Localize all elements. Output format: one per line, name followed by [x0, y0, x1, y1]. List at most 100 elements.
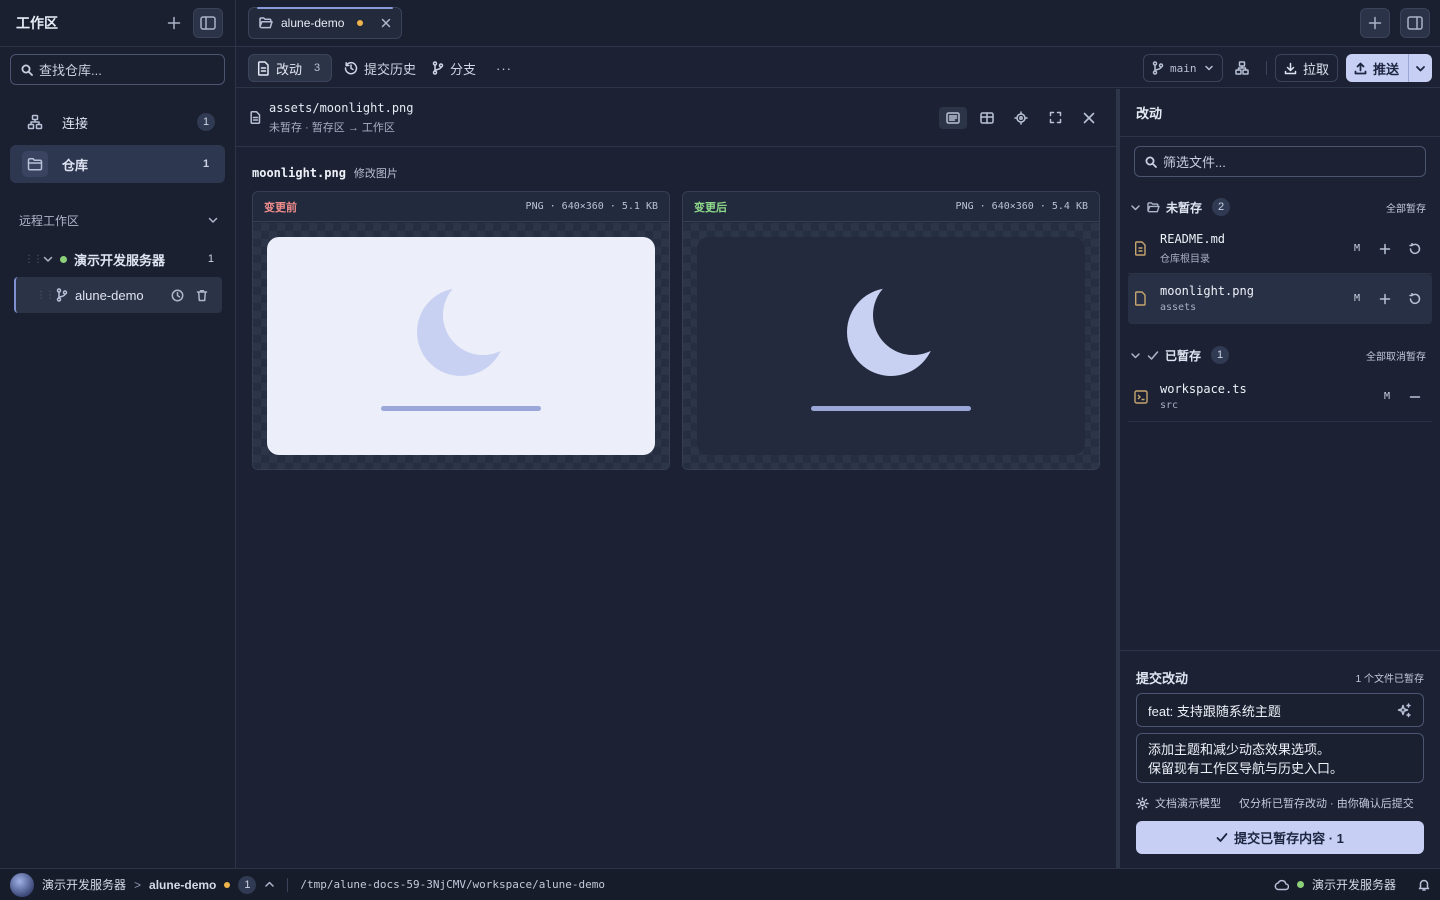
- repo-tree-item[interactable]: ⋮⋮ alune-demo: [14, 277, 222, 313]
- commit-staged-button[interactable]: 提交已暂存内容 · 1: [1136, 821, 1424, 854]
- commit-area: 提交改动 1 个文件已暂存 feat: 支持跟随系统主题 添加主题和减少动态效果…: [1120, 650, 1440, 868]
- file-row-readme[interactable]: README.md 仓库根目录 M: [1128, 224, 1432, 274]
- close-icon[interactable]: [381, 18, 391, 28]
- tab-history[interactable]: 提交历史: [336, 54, 424, 82]
- push-button[interactable]: 推送: [1346, 54, 1432, 82]
- nav-repositories[interactable]: 仓库 1: [10, 145, 225, 183]
- drag-handle-icon[interactable]: ⋮⋮: [24, 254, 43, 265]
- locate-icon[interactable]: [1007, 107, 1035, 129]
- tab-branches-label: 分支: [450, 61, 477, 77]
- status-server[interactable]: 演示开发服务器: [42, 876, 126, 893]
- diff-status-line: 未暂存 · 暂存区 → 工作区: [269, 121, 395, 134]
- staged-note: 1 个文件已暂存: [1355, 674, 1424, 685]
- sidebar-title: 工作区: [16, 15, 58, 31]
- file-row-workspace-ts[interactable]: workspace.ts src M: [1128, 372, 1432, 422]
- file-diff-icon: [257, 60, 270, 76]
- sparkle-icon[interactable]: [1397, 702, 1412, 718]
- branch-selector[interactable]: main: [1143, 54, 1223, 82]
- remote-workspace-section[interactable]: 远程工作区: [19, 210, 219, 230]
- tab-bar: alune-demo: [236, 0, 1440, 47]
- discard-file-button[interactable]: [1404, 242, 1426, 255]
- folder-icon: [22, 151, 48, 177]
- repo-search-input[interactable]: 查找仓库...: [10, 54, 225, 85]
- commit-button-label: 提交已暂存内容 · 1: [1234, 831, 1344, 846]
- staged-count: 1: [1211, 346, 1230, 364]
- status-right-server[interactable]: 演示开发服务器: [1312, 876, 1396, 893]
- commit-description-line-2: 保留现有工作区导航与历史入口。: [1148, 761, 1344, 776]
- nav-connections-count: 1: [197, 113, 215, 131]
- stage-file-button[interactable]: [1374, 293, 1396, 305]
- staged-group-header[interactable]: 已暂存 1 全部取消暂存: [1130, 344, 1426, 366]
- tab-label: alune-demo: [281, 16, 345, 30]
- server-tree-item[interactable]: ⋮⋮ 演示开发服务器 1: [14, 241, 222, 277]
- branch-name: main: [1170, 61, 1197, 75]
- drag-handle-icon[interactable]: ⋮⋮: [36, 290, 55, 301]
- moon-after-icon: [811, 275, 971, 411]
- status-repo[interactable]: alune-demo: [149, 878, 216, 892]
- gear-icon[interactable]: [1136, 796, 1149, 810]
- check-icon: [1147, 350, 1159, 361]
- remote-workspace-label: 远程工作区: [19, 213, 80, 228]
- file-filter-input[interactable]: 筛选文件...: [1134, 146, 1426, 177]
- history-icon[interactable]: [171, 289, 184, 302]
- moon-before-icon: [381, 275, 541, 411]
- push-label: 推送: [1373, 61, 1400, 77]
- split-view-icon[interactable]: [973, 107, 1001, 129]
- sidebar-header: 工作区: [0, 0, 235, 47]
- chevron-down-icon[interactable]: [42, 253, 54, 265]
- file-name: moonlight.png: [1160, 284, 1254, 298]
- image-diff-title: moonlight.png 修改图片: [252, 165, 398, 181]
- file-row-moonlight[interactable]: moonlight.png assets M: [1128, 274, 1432, 324]
- unstage-file-button[interactable]: [1404, 391, 1426, 403]
- push-options-dropdown[interactable]: [1408, 54, 1432, 82]
- tab-changes-label: 改动: [276, 61, 303, 77]
- unstaged-group-header[interactable]: 未暂存 2 全部暂存: [1130, 196, 1426, 218]
- tab-changes[interactable]: 改动 3: [248, 54, 332, 82]
- cloud-icon: [1274, 879, 1289, 891]
- toggle-right-panel-button[interactable]: [1400, 8, 1430, 38]
- before-tag: 变更前: [264, 201, 297, 214]
- commit-summary-input[interactable]: feat: 支持跟随系统主题: [1136, 693, 1424, 727]
- code-file-icon: [1134, 389, 1152, 404]
- tab-bar-actions: [1360, 8, 1430, 38]
- chevron-up-icon[interactable]: [264, 879, 275, 890]
- add-workspace-button[interactable]: [159, 8, 189, 38]
- stage-all-button[interactable]: 全部暂存: [1386, 200, 1426, 215]
- download-icon: [1284, 62, 1297, 75]
- fullscreen-icon[interactable]: [1041, 107, 1069, 129]
- discard-file-button[interactable]: [1404, 292, 1426, 305]
- breadcrumb-separator: >: [134, 877, 142, 892]
- tab-branches[interactable]: 分支: [424, 54, 484, 82]
- branch-icon: [432, 61, 444, 75]
- new-tab-button[interactable]: [1360, 8, 1390, 38]
- stage-file-button[interactable]: [1374, 243, 1396, 255]
- pull-button[interactable]: 拉取: [1275, 54, 1338, 82]
- close-icon[interactable]: [1075, 107, 1103, 129]
- model-label[interactable]: 文档演示模型: [1155, 795, 1221, 811]
- chevron-down-icon: [207, 214, 219, 226]
- file-dir: src: [1160, 400, 1179, 411]
- trash-icon[interactable]: [196, 289, 208, 302]
- more-menu-button[interactable]: ···: [488, 54, 520, 82]
- more-label: ···: [496, 60, 512, 76]
- bell-icon[interactable]: [1418, 878, 1430, 891]
- push-main[interactable]: 推送: [1346, 54, 1408, 82]
- inline-view-icon[interactable]: [939, 106, 967, 129]
- branch-icon: [1152, 61, 1164, 75]
- staged-label: 已暂存: [1165, 348, 1202, 363]
- graph-view-icon[interactable]: [1228, 54, 1256, 82]
- commit-description-input[interactable]: 添加主题和减少动态效果选项。 保留现有工作区导航与历史入口。: [1136, 733, 1424, 783]
- avatar[interactable]: [10, 872, 34, 897]
- image-before-header: 变更前 PNG · 640×360 · 5.1 KB: [253, 192, 669, 222]
- unstaged-label: 未暂存: [1166, 200, 1203, 215]
- nav-connections[interactable]: 连接 1: [10, 103, 225, 141]
- commit-summary-value: feat: 支持跟随系统主题: [1148, 703, 1281, 719]
- pull-label: 拉取: [1303, 61, 1330, 77]
- diff-pane: assets/moonlight.png 未暂存 · 暂存区 → 工作区 moo…: [236, 89, 1117, 868]
- server-label: 演示开发服务器: [74, 252, 166, 268]
- tab-alune-demo[interactable]: alune-demo: [248, 7, 402, 39]
- unstage-all-button[interactable]: 全部取消暂存: [1366, 348, 1426, 363]
- status-bar: 演示开发服务器 > alune-demo 1 /tmp/alune-docs-5…: [0, 868, 1440, 900]
- after-image: [697, 237, 1085, 455]
- toggle-sidebar-button[interactable]: [193, 8, 223, 38]
